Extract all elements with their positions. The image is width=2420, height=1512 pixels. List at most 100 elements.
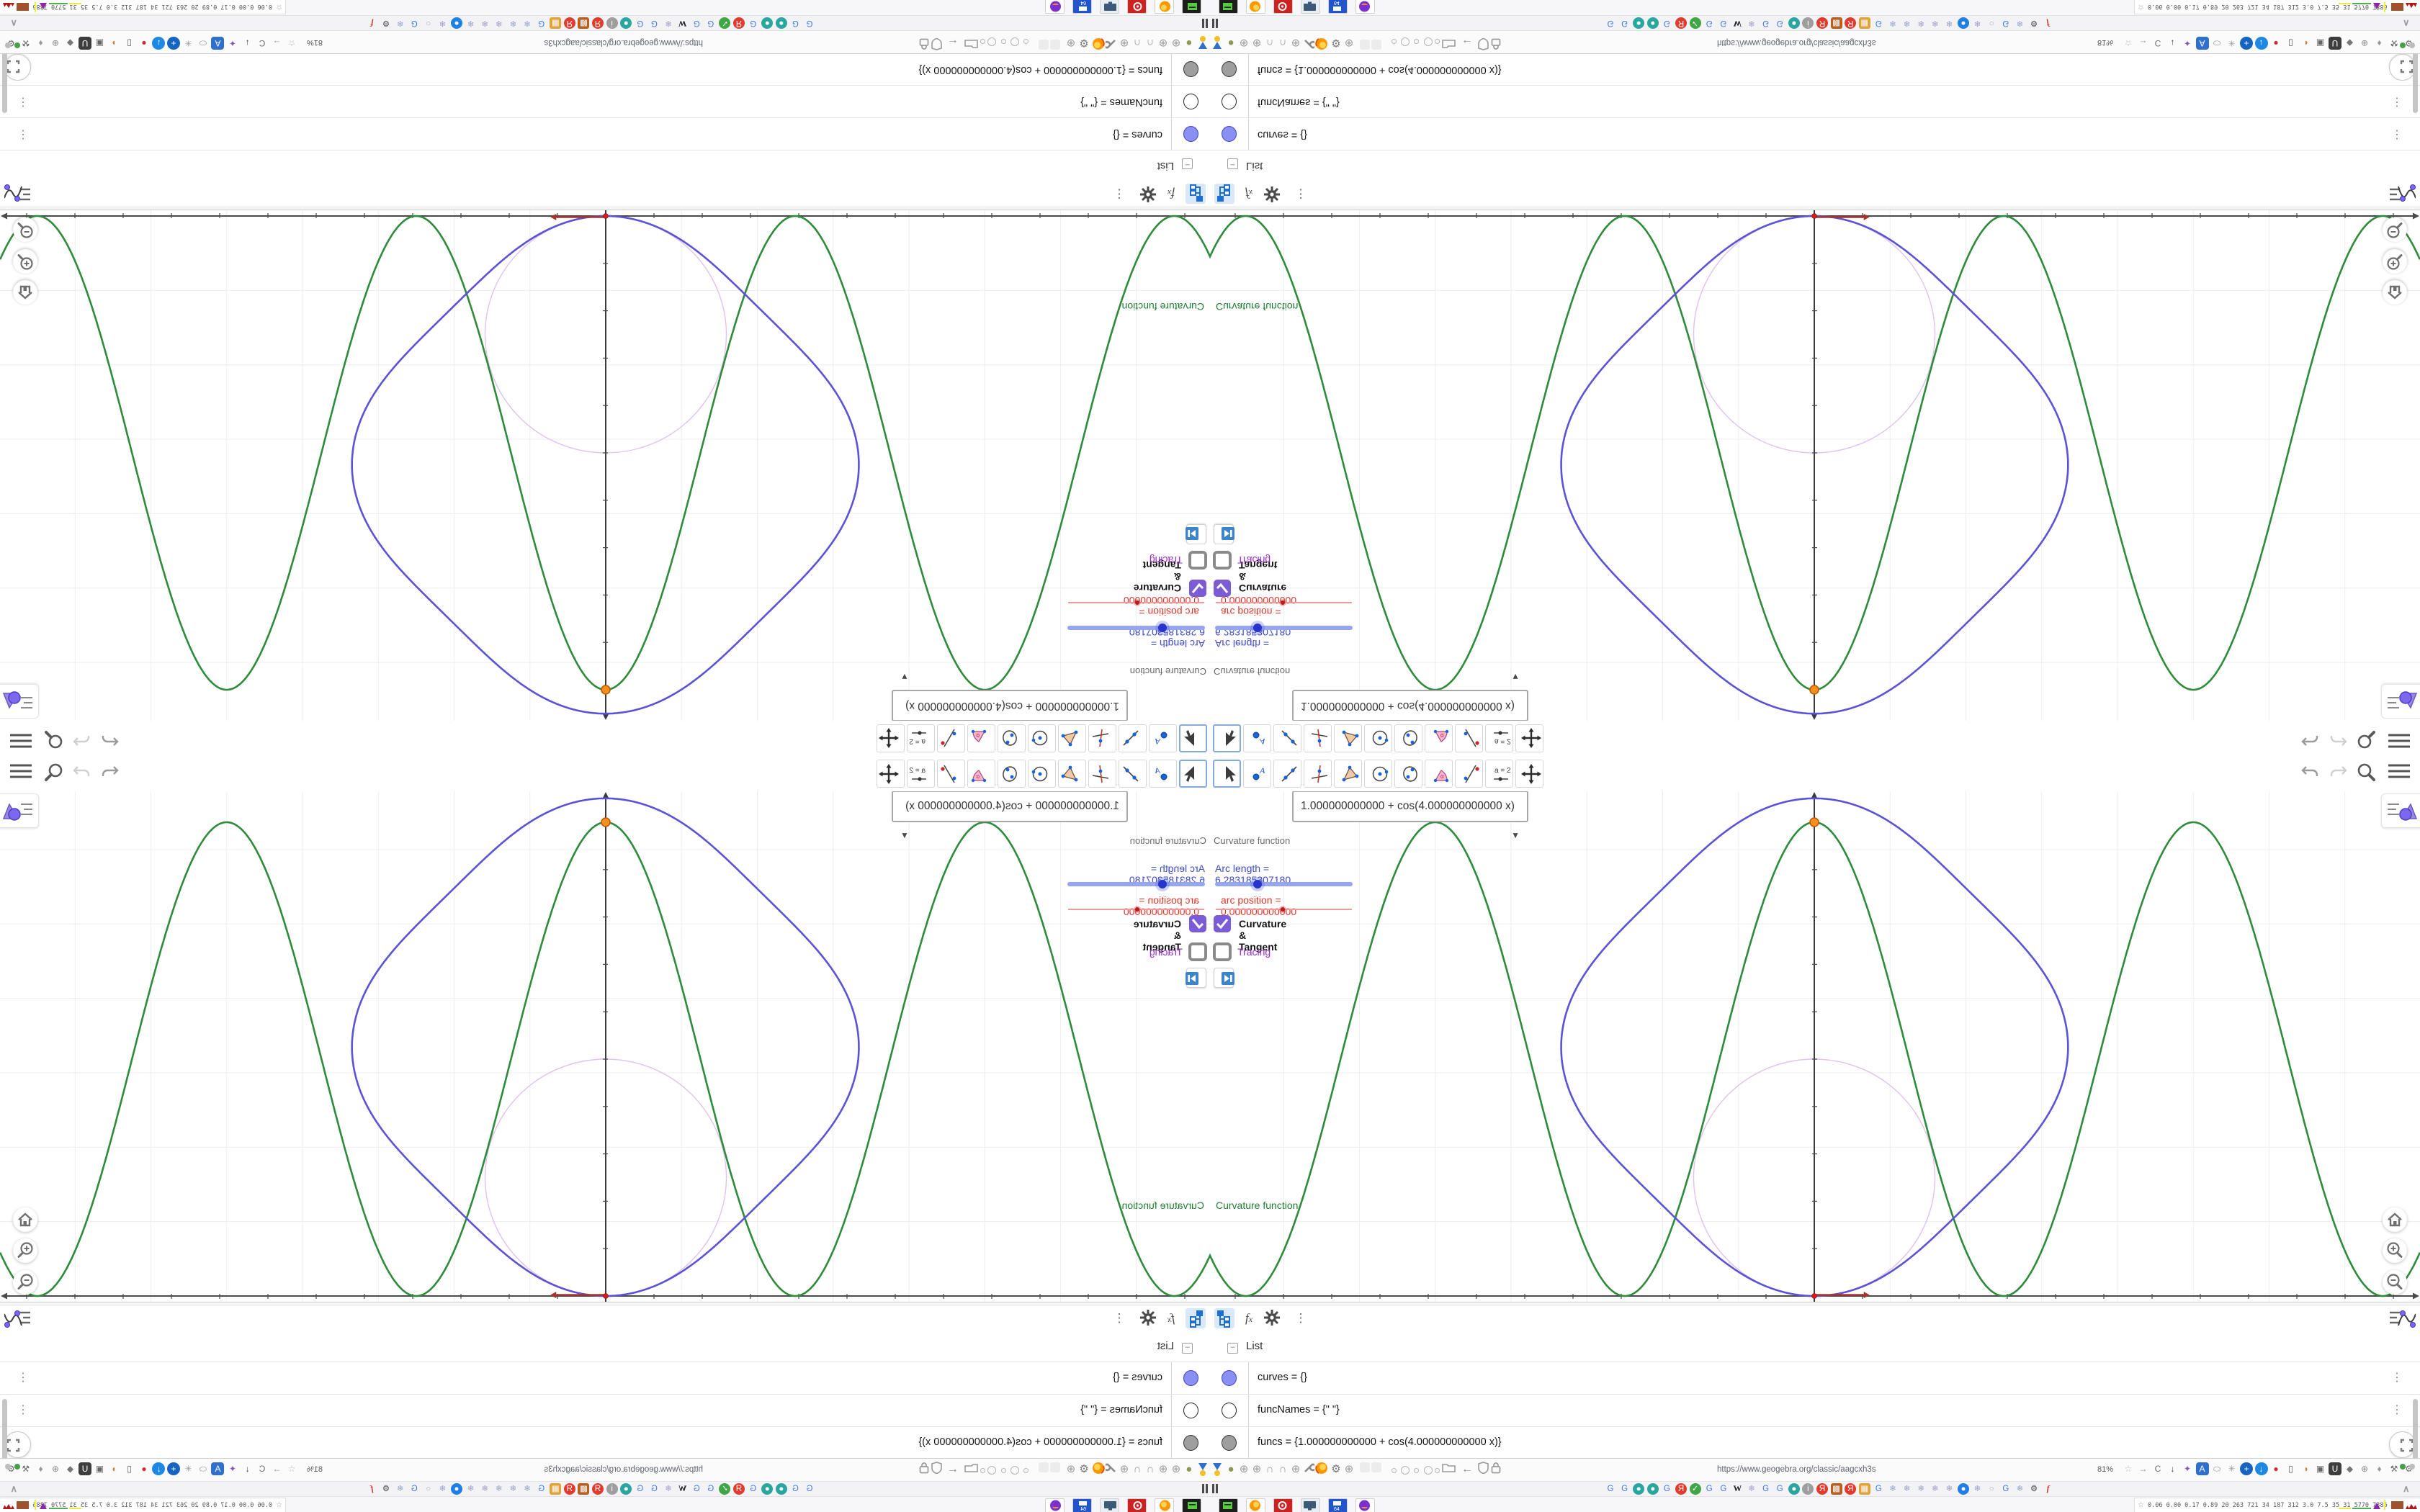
toolbar-globe-icon[interactable]: ⊕	[1289, 1462, 1302, 1477]
chevron-up-icon[interactable]: ∧	[2403, 1483, 2410, 1495]
collapse-list-button[interactable]: –	[1182, 1343, 1193, 1354]
globe-icon[interactable]: ⊕	[1065, 35, 1077, 50]
visibility-marble[interactable]	[1222, 1370, 1237, 1386]
zoom-out-icon[interactable]	[2383, 217, 2407, 242]
tab-favicon[interactable]: ○	[1986, 1483, 1997, 1495]
tab-favicon[interactable]: ❄	[663, 17, 674, 29]
tool-reflect-icon[interactable]	[937, 760, 965, 788]
function-dropdown[interactable]: 1.000000000000 + cos(4.000000000000 x) ▼	[1292, 672, 1528, 721]
brush-ext-icon[interactable]: ✦	[226, 1462, 239, 1475]
tab-favicon[interactable]: G	[1718, 1483, 1729, 1495]
tab-favicon[interactable]: Я	[733, 1483, 745, 1495]
tab-favicon[interactable]: i	[1802, 1483, 1814, 1495]
tab-favicon[interactable]: Я	[1675, 17, 1687, 29]
pin-icon[interactable]	[1211, 35, 1224, 50]
graphics-style-button[interactable]	[0, 793, 39, 828]
fx-icon[interactable]: fx	[1239, 1308, 1259, 1328]
fullscreen-icon[interactable]	[2389, 1431, 2416, 1458]
tool-line-icon[interactable]	[1273, 724, 1301, 752]
undo-icon[interactable]	[2300, 730, 2321, 750]
firefox-icon[interactable]	[1315, 35, 1328, 50]
box-ext-icon[interactable]: ▣	[94, 1462, 107, 1475]
tab-favicon[interactable]: G	[1703, 17, 1715, 29]
toolbar-globe-icon[interactable]: ⊕	[1170, 1462, 1183, 1477]
kebab-menu-icon[interactable]: ⋮	[2391, 127, 2403, 142]
bookmark-dot-icon[interactable]	[1010, 37, 1019, 46]
tab-favicon[interactable]: ❄	[1972, 1483, 1984, 1495]
toolbar-globe-icon[interactable]: ∩	[1131, 1462, 1144, 1477]
tab-favicon[interactable]: ⚙	[2028, 1483, 2040, 1495]
translate-ext-icon[interactable]: A	[211, 1462, 225, 1475]
tab-favicon[interactable]: ●	[761, 17, 774, 29]
downc-ext-icon[interactable]: ↓	[152, 1462, 166, 1475]
taskbar-app-icon[interactable]	[1219, 0, 1238, 14]
tracing-checkbox[interactable]	[1213, 551, 1232, 570]
back-arrow-icon[interactable]: ←	[946, 35, 959, 50]
tab-favicon[interactable]: ❄	[395, 17, 406, 29]
tool-conic-icon[interactable]	[1394, 760, 1422, 788]
tab-favicon[interactable]: ●	[451, 17, 462, 29]
arc-length-slider[interactable]	[1215, 621, 1353, 635]
visibility-marble[interactable]	[1222, 126, 1237, 142]
tab-favicon[interactable]: ❄	[493, 17, 505, 29]
globe-ext-icon[interactable]: ⊕	[49, 37, 62, 50]
visibility-marble[interactable]	[1222, 61, 1237, 77]
tab-favicon[interactable]: f	[366, 1483, 377, 1495]
star-ext-icon[interactable]: ☆	[2122, 37, 2135, 50]
tab-favicon[interactable]: ▦	[550, 17, 562, 29]
tool-line-icon[interactable]	[1119, 724, 1147, 752]
tool-move-view-icon[interactable]	[877, 760, 905, 788]
tool-point-icon[interactable]: A	[1149, 724, 1177, 752]
tool-move-view-icon[interactable]	[1515, 760, 1543, 788]
bookmark-dot-icon[interactable]	[1435, 1467, 1440, 1473]
tab-favicon[interactable]: W	[1731, 17, 1743, 29]
tab-favicon[interactable]: ●	[620, 17, 632, 29]
globe-ext-icon[interactable]: ⊕	[2358, 1462, 2371, 1475]
redc-ext-icon[interactable]: ●	[138, 1462, 151, 1475]
tab-favicon[interactable]: ❄	[663, 1483, 674, 1495]
folder-icon[interactable]	[1442, 35, 1456, 50]
tool-circle-icon[interactable]	[1364, 760, 1392, 788]
tree-view-icon[interactable]	[1186, 1308, 1206, 1328]
tab-favicon[interactable]: ●	[761, 1483, 774, 1495]
tool-slider-icon[interactable]: a = 2	[907, 724, 935, 752]
bin-ext-icon[interactable]: ▯	[123, 1462, 136, 1475]
taskbar-app-icon[interactable]	[1127, 0, 1147, 14]
tab-favicon[interactable]: G	[2000, 1483, 2012, 1495]
globe-icon[interactable]: ⊕	[1343, 35, 1355, 50]
tab-favicon[interactable]: ❄	[507, 17, 519, 29]
ud-ext-icon[interactable]: U	[79, 37, 91, 50]
bookmark-dot-icon[interactable]	[1010, 1466, 1019, 1475]
tab-favicon[interactable]: G	[1605, 1483, 1616, 1495]
hand-ext-icon[interactable]: ♦	[35, 37, 48, 50]
tool-move-icon[interactable]	[1213, 760, 1241, 788]
curvature-tangent-checkbox[interactable]	[1189, 915, 1206, 932]
shield-icon[interactable]	[1476, 35, 1489, 50]
shield-icon[interactable]	[931, 35, 944, 50]
algebra-style-icon[interactable]	[2387, 177, 2416, 205]
kebab-menu-icon[interactable]: ⋮	[2391, 1403, 2403, 1417]
zoom-in-icon[interactable]	[13, 1238, 37, 1263]
plusc-ext-icon[interactable]: +	[2240, 37, 2253, 50]
wrench-icon[interactable]	[1103, 35, 1118, 50]
chevron-up-icon[interactable]: ∧	[10, 1483, 17, 1495]
tool-move-icon[interactable]	[1179, 760, 1207, 788]
tree-view-icon[interactable]	[1214, 184, 1234, 204]
tool-polygon-icon[interactable]	[1334, 760, 1362, 788]
tool-point-icon[interactable]: A	[1149, 760, 1177, 788]
tab-favicon[interactable]: G	[536, 1483, 547, 1495]
algebra-row[interactable]: curves = {} ⋮	[1210, 1362, 2420, 1395]
tab-favicon[interactable]: ❄	[1930, 17, 1941, 29]
tab-favicon[interactable]: ●	[1788, 1483, 1800, 1495]
download-ext-icon[interactable]: ↓	[241, 37, 254, 50]
home-icon[interactable]	[13, 1207, 37, 1232]
tab-favicon[interactable]: ●	[1633, 17, 1645, 29]
fx-icon[interactable]: fx	[1161, 1308, 1181, 1328]
tab-favicon[interactable]: ❄	[395, 1483, 406, 1495]
reload-ext-icon[interactable]: C	[256, 1462, 269, 1475]
toolbar-globe-icon[interactable]: ∩	[1276, 1462, 1289, 1477]
url-field[interactable]: https://www.geogebra.org/classic/aagcxh3…	[1717, 38, 1876, 47]
wrench-icon[interactable]	[1302, 35, 1317, 50]
taskbar-app-icon[interactable]	[1155, 0, 1174, 14]
reload-ext-icon[interactable]: C	[2151, 1462, 2164, 1475]
